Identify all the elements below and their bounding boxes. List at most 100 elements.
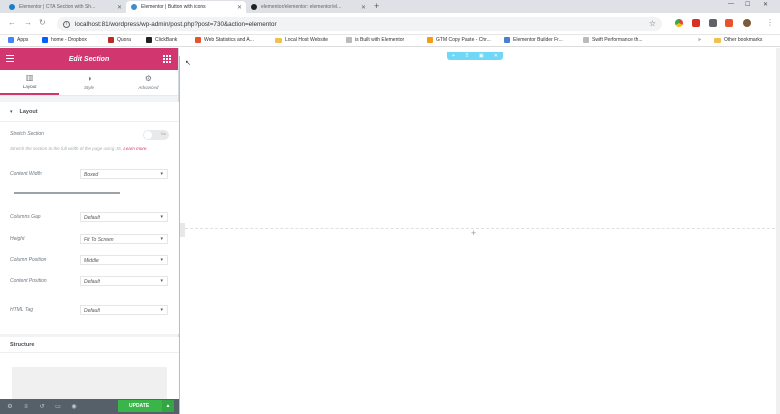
html-tag-select[interactable]: Default ▾ bbox=[80, 305, 168, 315]
structure-section-toggle[interactable]: Structure bbox=[0, 337, 179, 353]
close-icon[interactable]: ✕ bbox=[237, 4, 242, 11]
forward-icon[interactable]: → bbox=[24, 18, 32, 27]
tab-layout[interactable]: ▥ Layout bbox=[0, 70, 60, 95]
layout-section-toggle[interactable]: ▾ Layout bbox=[0, 102, 179, 122]
bookmark-label: Elementor Builder Fr... bbox=[513, 37, 563, 43]
elementor-icon bbox=[504, 37, 510, 43]
html-tag-label: HTML Tag bbox=[10, 307, 34, 313]
selected-section-outline bbox=[179, 56, 779, 414]
gmail-extension-icon[interactable] bbox=[692, 19, 700, 27]
panel-header: Edit Section bbox=[0, 48, 178, 70]
mouse-cursor-icon: ↖ bbox=[185, 60, 191, 67]
profile-avatar[interactable] bbox=[743, 19, 751, 27]
menu-icon[interactable]: ⋮ bbox=[766, 18, 774, 27]
chevron-down-icon: ▾ bbox=[160, 236, 163, 242]
column-position-label: Column Position bbox=[10, 257, 47, 263]
bookmark-built-with-elementor[interactable]: is Built with Elementor bbox=[346, 37, 404, 43]
stretch-section-toggle[interactable]: No bbox=[143, 130, 169, 140]
toggle-knob bbox=[144, 131, 152, 139]
settings-icon[interactable]: ⚙ bbox=[4, 403, 16, 410]
close-icon[interactable]: ✕ bbox=[361, 4, 366, 11]
navigator-icon[interactable]: ≡ bbox=[20, 404, 32, 410]
history-icon[interactable]: ↺ bbox=[36, 403, 48, 410]
browser-tab-1[interactable]: Elementor | CTA Section with Sh... ✕ bbox=[4, 1, 126, 13]
structure-preview[interactable] bbox=[12, 367, 167, 401]
bookmark-web-statistics[interactable]: Web Statistics and A... bbox=[195, 37, 254, 43]
bookmark-label: Apps bbox=[17, 37, 29, 43]
chrome-extension-icon[interactable] bbox=[675, 19, 683, 27]
add-element-icon[interactable]: + bbox=[471, 228, 476, 238]
bookmark-dropbox[interactable]: home - Dropbox bbox=[42, 37, 87, 43]
bookmarks-overflow-icon[interactable]: » bbox=[698, 37, 701, 43]
responsive-mode-icon[interactable]: ▭ bbox=[52, 403, 64, 410]
bookmark-elementor-builder[interactable]: Elementor Builder Fr... bbox=[504, 37, 563, 43]
maximize-icon[interactable]: ☐ bbox=[745, 1, 750, 8]
tab-title: Elementor | Button with icons bbox=[141, 4, 206, 10]
column-resize-handle[interactable] bbox=[180, 223, 185, 237]
chevron-up-icon[interactable]: ▲ bbox=[162, 400, 174, 412]
bookmark-label: Other bookmarks bbox=[724, 37, 763, 43]
tab-title: elementor/elementor: elementor/el... bbox=[261, 4, 342, 10]
select-value: Middle bbox=[84, 258, 99, 264]
close-icon[interactable]: ✕ bbox=[117, 4, 122, 11]
browser-tab-3[interactable]: elementor/elementor: elementor/el... ✕ bbox=[246, 1, 370, 13]
bookmark-other[interactable]: Other bookmarks bbox=[714, 37, 762, 43]
widgets-grid-icon[interactable] bbox=[163, 55, 171, 63]
bookmark-label: ClickBank bbox=[155, 37, 178, 43]
content-position-select[interactable]: Default ▾ bbox=[80, 276, 168, 286]
update-label: UPDATE bbox=[129, 403, 150, 409]
preview-eye-icon[interactable]: ◉ bbox=[68, 403, 80, 410]
minimize-icon[interactable]: — bbox=[728, 1, 734, 7]
reload-icon[interactable]: ↻ bbox=[39, 18, 46, 27]
drag-icon[interactable]: ⠿ bbox=[465, 53, 469, 59]
chevron-down-icon: ▾ bbox=[160, 278, 163, 284]
bookmark-local-host[interactable]: Local Host Website bbox=[275, 37, 328, 43]
shield-extension-icon[interactable] bbox=[709, 19, 717, 27]
stretch-section-label: Stretch Section bbox=[10, 131, 44, 137]
select-value: Default bbox=[84, 279, 100, 285]
tab-advanced[interactable]: ⚙ Advanced bbox=[119, 70, 178, 95]
preview-scrollbar[interactable] bbox=[776, 48, 780, 414]
tab-style[interactable]: ◑ Style bbox=[59, 70, 118, 95]
update-button[interactable]: UPDATE ▲ bbox=[118, 400, 174, 412]
browser-tab-2[interactable]: Elementor | Button with icons ✕ bbox=[126, 1, 246, 13]
bookmark-swift-performance[interactable]: Swift Performance th... bbox=[583, 37, 643, 43]
apps-icon bbox=[8, 37, 14, 43]
chevron-down-icon: ▾ bbox=[160, 257, 163, 263]
github-icon bbox=[251, 4, 257, 10]
back-icon[interactable]: ← bbox=[8, 18, 16, 27]
preview-canvas[interactable]: + ⠿ ▣ ✕ ↖ + bbox=[179, 48, 780, 414]
star-icon[interactable]: ☆ bbox=[649, 19, 656, 28]
content-width-slider[interactable] bbox=[14, 192, 120, 194]
empty-column-placeholder[interactable] bbox=[185, 228, 775, 229]
folder-icon bbox=[275, 37, 282, 43]
columns-gap-select[interactable]: Default ▾ bbox=[80, 212, 168, 222]
column-position-select[interactable]: Middle ▾ bbox=[80, 255, 168, 265]
gear-icon: ⚙ bbox=[144, 74, 152, 83]
hamburger-menu-icon[interactable] bbox=[6, 55, 14, 64]
add-icon[interactable]: + bbox=[452, 53, 455, 59]
close-icon[interactable]: ✕ bbox=[494, 53, 498, 59]
close-window-icon[interactable]: ✕ bbox=[763, 1, 768, 8]
columns-icon[interactable]: ▣ bbox=[479, 53, 484, 59]
browser-tab-bar: Elementor | CTA Section with Sh... ✕ Ele… bbox=[0, 0, 780, 13]
bookmark-quora[interactable]: Quora bbox=[108, 37, 131, 43]
bookmark-apps[interactable]: Apps bbox=[8, 37, 28, 43]
address-bar[interactable]: i localhost:81/wordpress/wp-admin/post.p… bbox=[57, 17, 662, 31]
learn-more-link[interactable]: Learn more. bbox=[123, 146, 147, 151]
select-value: Fit To Screen bbox=[84, 237, 114, 243]
bookmark-clickbank[interactable]: ClickBank bbox=[146, 37, 177, 43]
height-select[interactable]: Fit To Screen ▾ bbox=[80, 234, 168, 244]
panel-footer: ⚙ ≡ ↺ ▭ ◉ UPDATE ▲ bbox=[0, 399, 179, 414]
tab-label: Style bbox=[83, 85, 94, 90]
toggle-state: No bbox=[160, 131, 166, 136]
pdf-extension-icon[interactable] bbox=[725, 19, 733, 27]
height-label: Height bbox=[10, 236, 25, 242]
bookmark-gtm[interactable]: GTM Copy Paste - Chr... bbox=[427, 37, 491, 43]
info-icon[interactable]: i bbox=[63, 20, 70, 28]
content-width-select[interactable]: Boxed ▾ bbox=[80, 169, 168, 179]
new-tab-button[interactable]: + bbox=[374, 1, 379, 12]
bookmark-label: GTM Copy Paste - Chr... bbox=[436, 37, 491, 43]
dropbox-icon bbox=[42, 37, 48, 43]
page-icon bbox=[346, 37, 352, 43]
